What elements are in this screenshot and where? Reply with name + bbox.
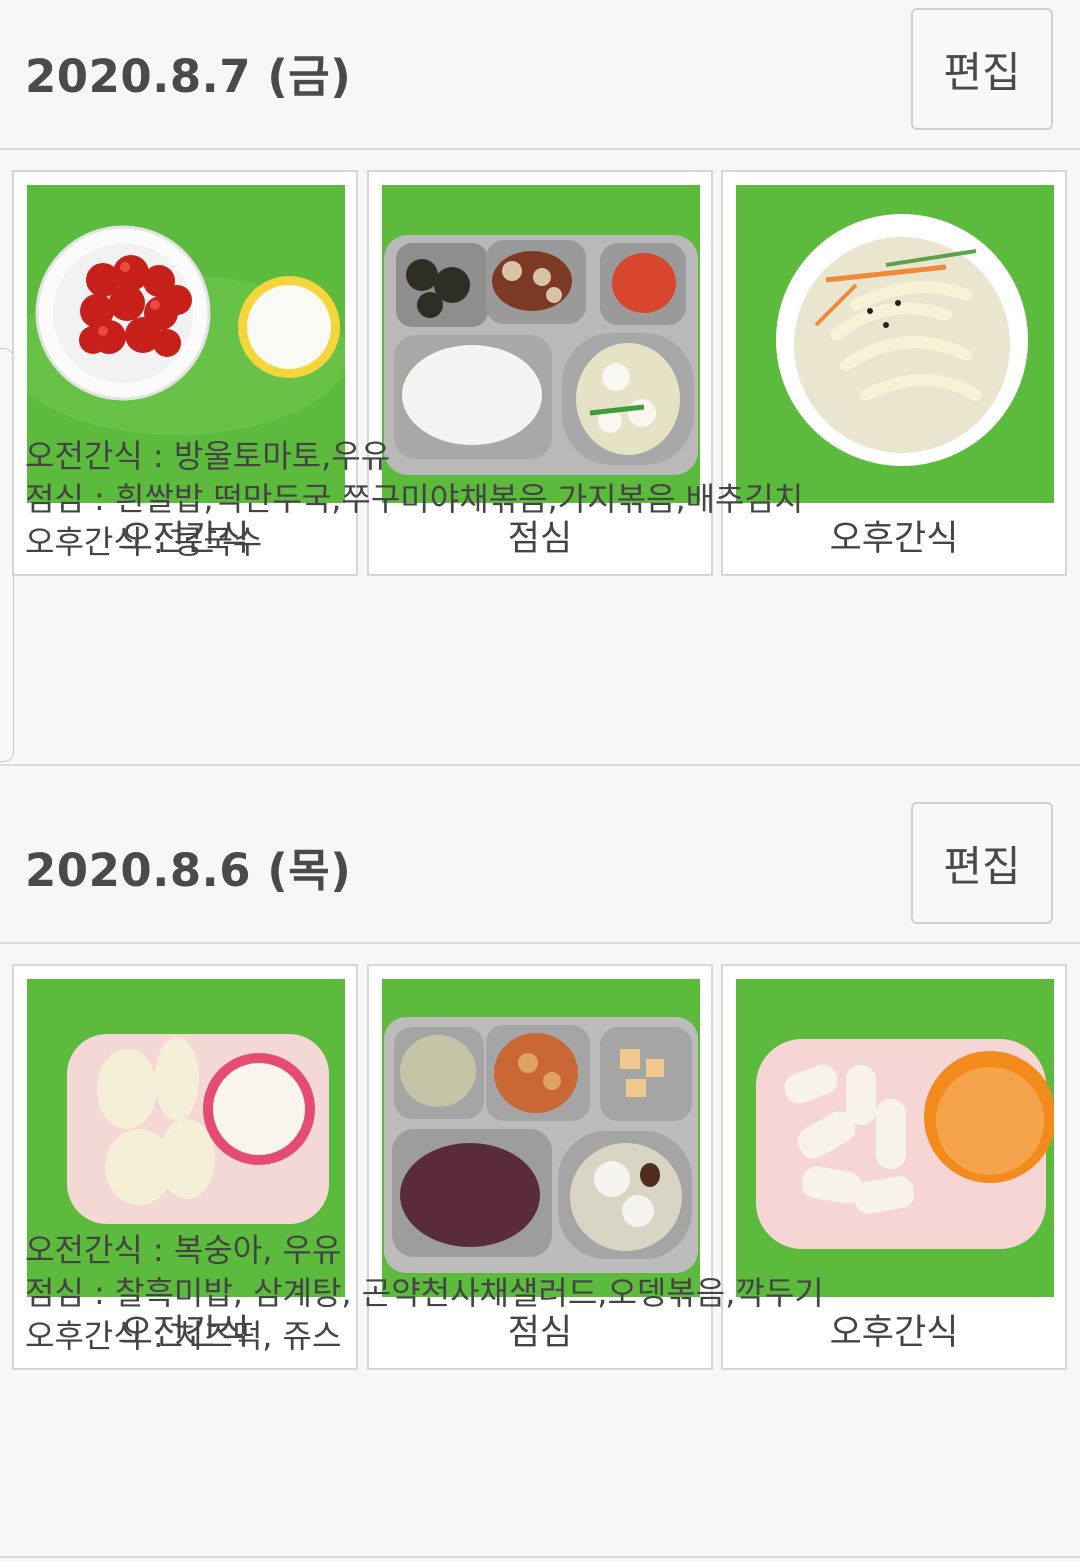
divider	[0, 764, 1080, 766]
divider	[0, 1556, 1080, 1558]
menu-description: 오전간식 : 방울토마토,우유 점심 : 흰쌀밥,떡만두국,쭈구미야채볶음,가지…	[25, 435, 803, 564]
edit-button[interactable]: 편집	[911, 802, 1053, 924]
menu-line: 점심 : 찰흑미밥, 삼계탕, 곤약천사채샐러드,오뎅볶음,깍두기	[25, 1274, 824, 1312]
menu-description: 오전간식 : 복숭아, 우유 점심 : 찰흑미밥, 삼계탕, 곤약천사채샐러드,…	[25, 1229, 824, 1358]
day-header: 2020.8.7 (금) 편집	[0, 0, 1080, 150]
menu-line: 오전간식 : 복숭아, 우유	[25, 1231, 342, 1269]
menu-line: 오후간식 : 콩국수	[25, 523, 263, 561]
menu-line: 오전간식 : 방울토마토,우유	[25, 437, 391, 475]
day-title: 2020.8.6 (목)	[25, 844, 352, 897]
day-header: 2020.8.6 (목) 편집	[0, 794, 1080, 944]
day-title: 2020.8.7 (금)	[25, 50, 352, 103]
menu-line: 오후간식 : 치즈떡, 쥬스	[25, 1317, 342, 1355]
menu-line: 점심 : 흰쌀밥,떡만두국,쭈구미야채볶음,가지볶음,배추김치	[25, 480, 804, 518]
edit-button[interactable]: 편집	[911, 8, 1053, 130]
